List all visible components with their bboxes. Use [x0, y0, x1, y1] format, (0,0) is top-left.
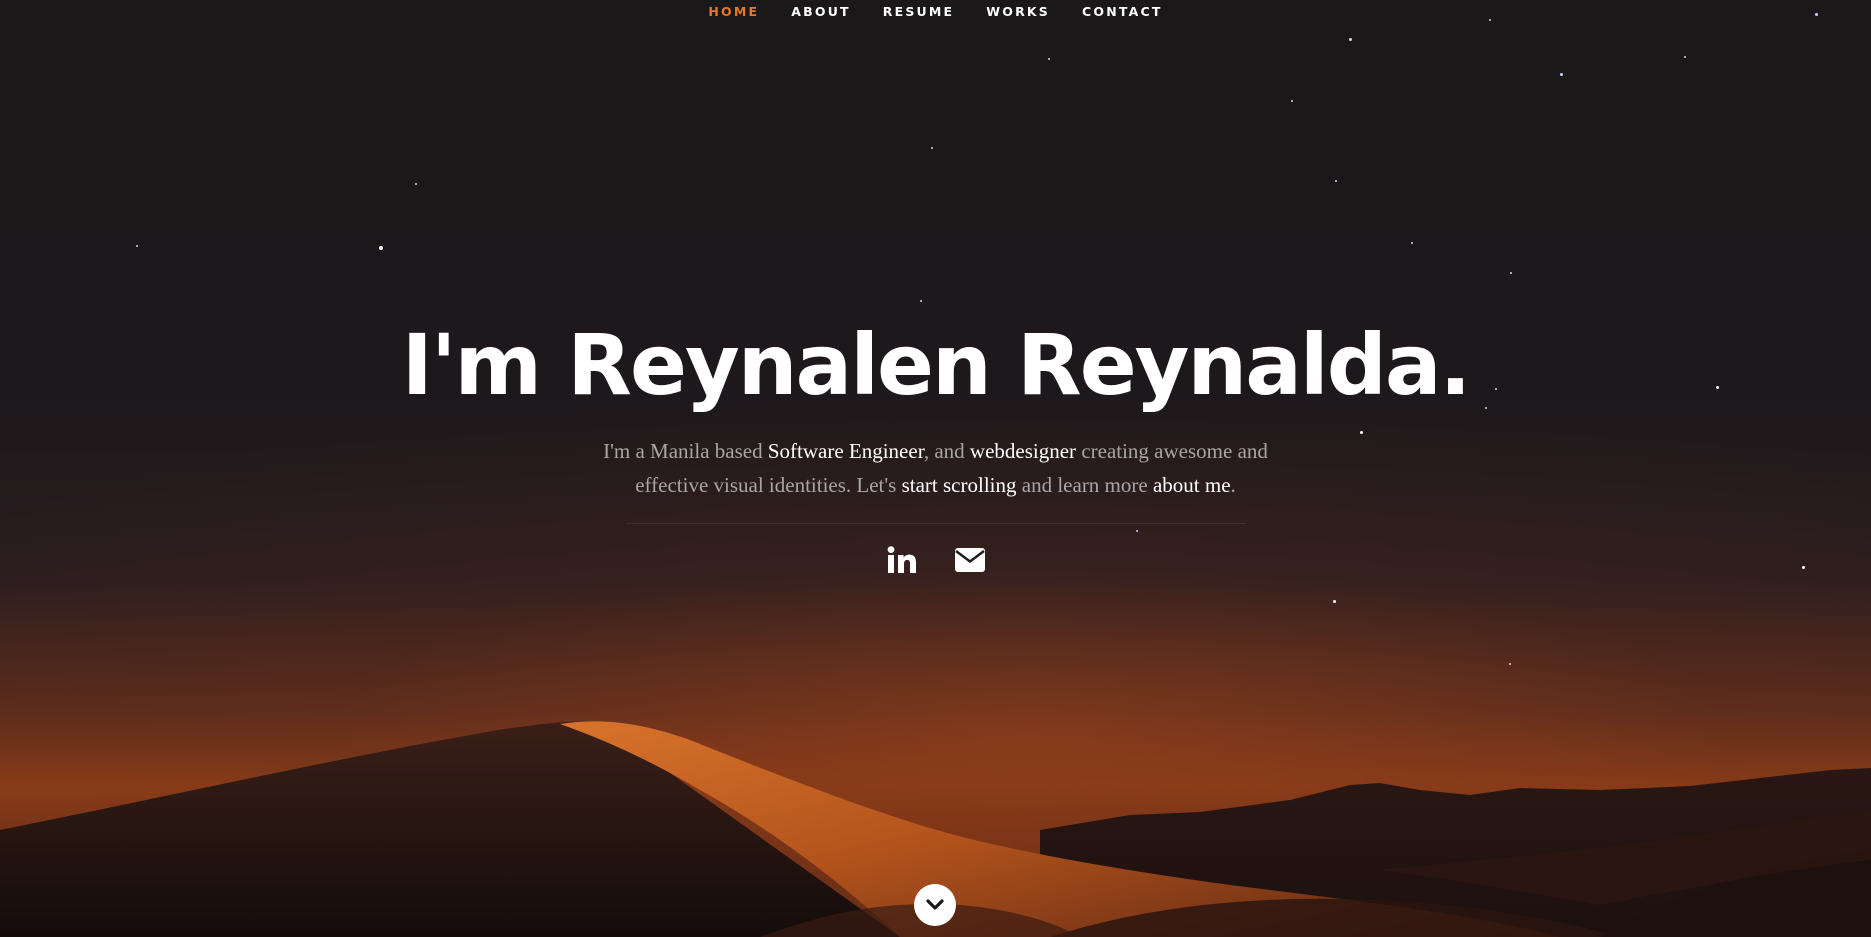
start-scrolling-link[interactable]: start scrolling	[902, 473, 1017, 497]
intro-text-5: .	[1230, 473, 1236, 497]
intro-text-4: and learn more	[1016, 473, 1153, 497]
social-links	[0, 544, 1871, 576]
nav-item-resume[interactable]: RESUME	[867, 0, 971, 24]
hero-section: HOME ABOUT RESUME WORKS CONTACT I'm Reyn…	[0, 0, 1871, 937]
hero-intro: I'm a Manila based Software Engineer, an…	[576, 434, 1296, 502]
about-me-link[interactable]: about me	[1153, 473, 1231, 497]
nav-item-home[interactable]: HOME	[692, 0, 775, 24]
nav-item-contact[interactable]: CONTACT	[1066, 0, 1179, 24]
intro-text-2: , and	[923, 439, 970, 463]
hero-content: I'm Reynalen Reynalda. I'm a Manila base…	[0, 310, 1871, 576]
intro-highlight-webdesigner: webdesigner	[969, 439, 1077, 463]
linkedin-icon[interactable]	[886, 544, 918, 576]
intro-text-1: I'm a Manila based	[603, 439, 768, 463]
chevron-down-icon	[926, 899, 944, 910]
envelope-icon[interactable]	[954, 544, 986, 576]
nav-item-about[interactable]: ABOUT	[775, 0, 867, 24]
hero-title: I'm Reynalen Reynalda.	[401, 316, 1472, 414]
nav-item-works[interactable]: WORKS	[970, 0, 1066, 24]
divider	[625, 523, 1246, 524]
scroll-down-button[interactable]	[914, 884, 956, 926]
main-nav: HOME ABOUT RESUME WORKS CONTACT	[0, 0, 1871, 24]
intro-highlight-software-engineer: Software Engineer	[767, 439, 924, 463]
